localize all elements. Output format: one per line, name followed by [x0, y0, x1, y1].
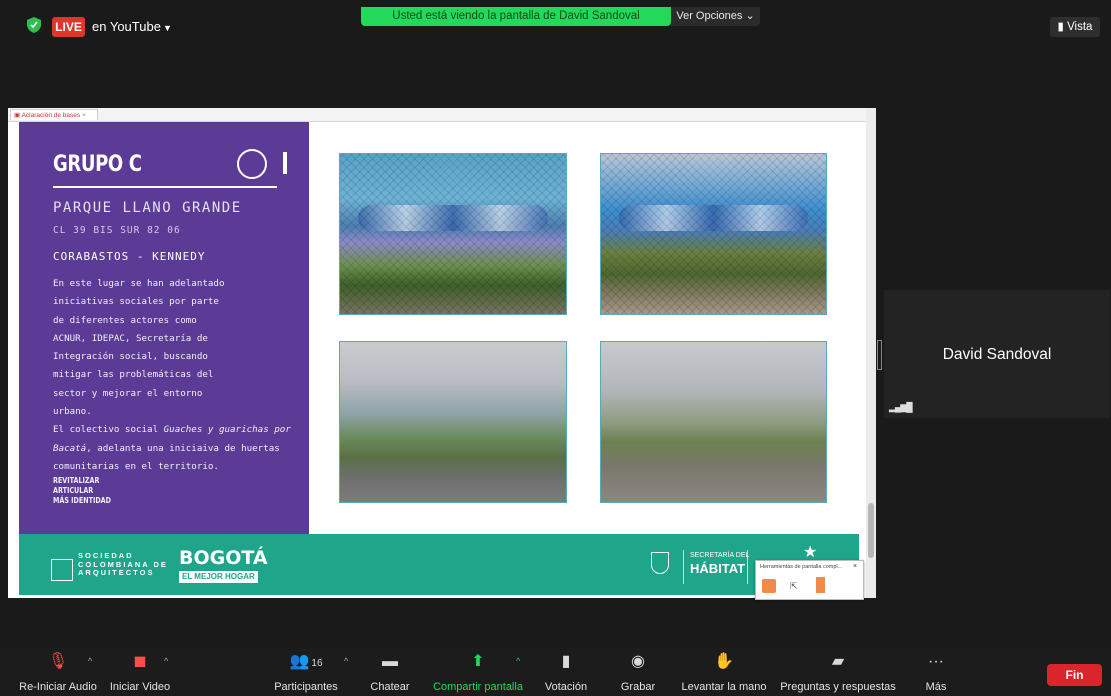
pointer-tool-icon[interactable]: ⇱ [790, 581, 798, 592]
chat-icon: ▬ [382, 653, 398, 670]
chevron-down-icon[interactable]: ▼ [163, 23, 172, 33]
participants-icon: 👥 [289, 653, 310, 670]
browser-tab-title: Aclaración de bases [21, 112, 81, 119]
participant-name: David Sandoval [942, 346, 1052, 363]
sca-logo-icon [51, 559, 73, 581]
raise-hand-button[interactable]: ✋ Levantar la mano [676, 651, 772, 693]
toolbar-label: Iniciar Video [109, 681, 171, 693]
share-options-chevron-icon[interactable]: ^ [516, 656, 520, 666]
raise-hand-icon: ✋ [714, 653, 734, 670]
park-address: CL 39 BIS SUR 82 06 [53, 225, 181, 236]
participants-count: 16 [311, 658, 323, 669]
park-locality: CORABASTOS - KENNEDY [53, 250, 206, 263]
logo-divider [747, 550, 748, 584]
end-meeting-button[interactable]: Fin [1047, 664, 1102, 686]
keyword: REVITALIZAR [53, 476, 100, 486]
keyword: MÁS IDENTIDAD [53, 496, 111, 506]
view-icon: ▮ [1057, 21, 1068, 33]
view-options-button[interactable]: Ver Opciones ⌄ [671, 7, 760, 26]
logo-divider [683, 550, 684, 584]
park-photo [600, 153, 827, 315]
street-photo [600, 341, 827, 503]
view-button-label: Vista [1067, 21, 1093, 33]
group-logo-icon [237, 149, 267, 179]
view-button[interactable]: ▮ Vista [1050, 17, 1100, 37]
star-logo-icon: ★ [803, 544, 818, 561]
park-name: PARQUE LLANO GRANDE [53, 200, 242, 216]
share-screen-icon: ⬆ [471, 653, 485, 670]
keyword: ARTICULAR [53, 486, 94, 496]
bogota-logo: BOGOTÁ [179, 547, 268, 569]
share-screen-button[interactable]: ⬆ Compartir pantalla [430, 651, 526, 693]
collective-rest: , adelanta una iniciaiva de huertas comu… [53, 442, 280, 472]
poll-icon: ▮ [561, 653, 571, 670]
toolbar-label: Chatear [370, 681, 410, 693]
toolbar-label: Más [925, 681, 947, 693]
description-line: iniciativas sociales por parte [53, 296, 219, 308]
participants-icon-wrap: 👥 16 [268, 651, 344, 673]
description-line: Integración social, buscando [53, 351, 208, 363]
fit-tool-icon[interactable] [816, 577, 825, 593]
sca-logo-text: SOCIEDAD COLOMBIANA DE ARQUITECTOS [78, 551, 168, 578]
qa-icon: ▰ [831, 653, 845, 670]
meeting-toolbar: 🎙 Re-Iniciar Audio ^ ◼ Iniciar Video ^ 👥… [0, 647, 1111, 696]
scrollbar-thumb[interactable] [868, 503, 874, 558]
annotation-toolbar-title: Herramientas de pantalla compl... [760, 564, 843, 570]
pdf-icon: ▣ [14, 112, 22, 119]
participants-button[interactable]: 👥 16 Participantes [268, 651, 344, 693]
slide-title: GRUPO C [53, 152, 142, 177]
habitat-label: HÁBITAT [690, 561, 746, 576]
toolbar-label: Re-Iniciar Audio [19, 681, 97, 693]
screen-share-banner: Usted está viendo la pantalla de David S… [361, 7, 671, 26]
poll-button[interactable]: ▮ Votación [538, 651, 594, 693]
participants-chevron-icon[interactable]: ^ [344, 656, 348, 666]
record-button[interactable]: ◉ Grabar [610, 651, 666, 693]
more-icon: ··· [928, 653, 944, 670]
close-tab-icon[interactable]: × [82, 112, 86, 119]
bogota-crest-icon [651, 552, 669, 574]
record-icon: ◉ [631, 653, 645, 670]
browser-tab[interactable]: ▣ Aclaración de bases × [10, 109, 98, 120]
bogota-logo-subtitle: EL MEJOR HOGAR [179, 571, 258, 583]
audio-options-chevron-icon[interactable]: ^ [88, 656, 92, 666]
description-line: En este lugar se han adelantado [53, 278, 225, 289]
toolbar-label: Levantar la mano [681, 681, 767, 693]
description-line: mitigar las problemáticas del [53, 369, 214, 381]
description-line: ACNUR, IDEPAC, Secretaría de [53, 332, 208, 344]
logo-bar [283, 152, 287, 174]
street-photo [339, 341, 567, 503]
description-line: urbano. [53, 406, 92, 418]
toolbar-label: Votación [544, 681, 588, 693]
live-badge[interactable]: LIVE [52, 17, 85, 37]
secretaria-label: SECRETARÍA DEL [690, 552, 750, 559]
sca-line: ARQUITECTOS [78, 568, 155, 578]
hand-tool-icon[interactable] [762, 579, 776, 593]
toolbar-label: Preguntas y respuestas [780, 681, 896, 693]
chat-button[interactable]: ▬ Chatear [362, 651, 418, 693]
toolbar-label: Participantes [274, 681, 338, 693]
stream-target-label[interactable]: en YouTube [92, 18, 161, 36]
park-photo [339, 153, 567, 315]
description-line: de diferentes actores como [53, 314, 197, 326]
toolbar-label: Grabar [620, 681, 656, 693]
qa-button[interactable]: ▰ Preguntas y respuestas [776, 651, 900, 693]
participant-tile[interactable]: David Sandoval ▂▄▆█ [884, 290, 1110, 418]
video-options-chevron-icon[interactable]: ^ [164, 656, 168, 666]
annotation-toolbar[interactable]: Herramientas de pantalla compl... × ⇱ [755, 560, 864, 600]
close-icon[interactable]: × [853, 563, 857, 570]
resize-handle[interactable] [877, 340, 882, 370]
title-rule [53, 186, 277, 188]
info-panel: GRUPO C PARQUE LLANO GRANDE CL 39 BIS SU… [19, 122, 309, 534]
security-shield-icon[interactable] [27, 17, 41, 33]
description: En este lugar se han adelantado iniciati… [53, 275, 303, 506]
description-line: sector y mejorar el entorno [53, 387, 203, 399]
signal-strength-icon: ▂▄▆█ [889, 402, 913, 412]
shared-screen: ▣ Aclaración de bases × GRUPO C PARQUE L… [8, 108, 876, 600]
collective-intro: El colectivo social [53, 424, 164, 436]
more-button[interactable]: ··· Más [916, 651, 956, 693]
browser-tab-bar: ▣ Aclaración de bases × [8, 108, 876, 122]
toolbar-label: Compartir pantalla [433, 681, 523, 693]
presentation-slide: GRUPO C PARQUE LLANO GRANDE CL 39 BIS SU… [19, 122, 859, 595]
